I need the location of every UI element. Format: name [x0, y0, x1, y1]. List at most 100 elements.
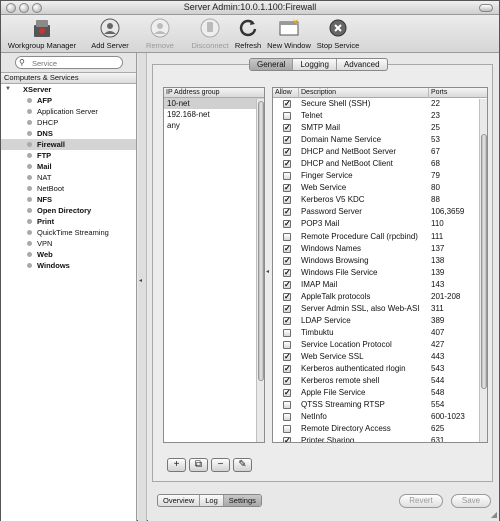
allow-checkbox[interactable]: ✓	[283, 377, 291, 386]
disclosure-triangle-icon[interactable]: ▼	[5, 84, 11, 95]
allow-checkbox[interactable]	[283, 328, 291, 337]
sidebar-item-vpn[interactable]: VPN	[1, 238, 136, 249]
table-row[interactable]: ✓ AppleTalk protocols 201-208	[273, 291, 487, 303]
allow-checkbox[interactable]	[283, 172, 291, 181]
table-row[interactable]: ✓ Windows Browsing 138	[273, 255, 487, 267]
sidebar-item-firewall[interactable]: Firewall	[1, 139, 136, 150]
ports-column-header[interactable]: Ports	[429, 88, 479, 98]
table-row[interactable]: ✓ POP3 Mail 110	[273, 218, 487, 230]
table-row[interactable]: ✓ Web Service SSL 443	[273, 351, 487, 363]
table-row[interactable]: ✓ SMTP Mail 25	[273, 122, 487, 134]
ip-group-row[interactable]: 10-net	[164, 98, 264, 109]
service-search-field[interactable]: ⚲	[15, 56, 123, 69]
allow-checkbox[interactable]: ✓	[283, 292, 291, 301]
allow-checkbox[interactable]	[283, 401, 291, 410]
allow-checkbox[interactable]: ✓	[283, 136, 291, 145]
sidebar-item-application-server[interactable]: Application Server	[1, 106, 136, 117]
duplicate-group-button[interactable]: ⧉	[189, 458, 208, 472]
allow-checkbox[interactable]: ✓	[283, 389, 291, 398]
new-window-button[interactable]: New Window	[266, 17, 312, 50]
ip-group-row[interactable]: any	[164, 120, 264, 131]
allow-checkbox[interactable]: ✓	[283, 268, 291, 277]
services-scrollbar[interactable]	[479, 99, 487, 442]
allow-checkbox[interactable]: ✓	[283, 124, 291, 133]
table-row[interactable]: ✓ Domain Name Service 53	[273, 134, 487, 146]
sidebar-item-mail[interactable]: Mail	[1, 161, 136, 172]
allow-checkbox[interactable]: ✓	[283, 280, 291, 289]
allow-checkbox[interactable]	[283, 232, 291, 241]
sidebar-item-nfs[interactable]: NFS	[1, 194, 136, 205]
table-row[interactable]: Remote Directory Access 625	[273, 423, 487, 435]
allow-checkbox[interactable]: ✓	[283, 160, 291, 169]
sidebar-splitter[interactable]: ◂	[138, 53, 147, 521]
allow-checkbox[interactable]: ✓	[283, 220, 291, 229]
table-row[interactable]: ✓ Kerberos authenticated rlogin 543	[273, 363, 487, 375]
sidebar-item-quicktime-streaming[interactable]: QuickTime Streaming	[1, 227, 136, 238]
allow-column-header[interactable]: Allow	[273, 88, 299, 98]
disconnect-button[interactable]: Disconnect	[189, 17, 231, 50]
table-row[interactable]: Timbuktu 407	[273, 327, 487, 339]
allow-checkbox[interactable]	[283, 340, 291, 349]
allow-checkbox[interactable]: ✓	[283, 365, 291, 374]
allow-checkbox[interactable]: ✓	[283, 304, 291, 313]
tab-overview[interactable]: Overview	[158, 495, 201, 506]
allow-checkbox[interactable]: ✓	[283, 196, 291, 205]
allow-checkbox[interactable]: ✓	[283, 437, 291, 442]
table-row[interactable]: NetInfo 600-1023	[273, 411, 487, 423]
sidebar-item-open-directory[interactable]: Open Directory	[1, 205, 136, 216]
table-row[interactable]: ✓ Printer Sharing 631	[273, 435, 487, 442]
add-server-button[interactable]: Add Server	[90, 17, 130, 50]
description-column-header[interactable]: Description	[299, 88, 429, 98]
resize-grip-icon[interactable]: ◢	[491, 510, 497, 519]
table-row[interactable]: ✓ DHCP and NetBoot Server 67	[273, 146, 487, 158]
tab-settings[interactable]: Settings	[223, 495, 261, 506]
allow-checkbox[interactable]: ✓	[283, 184, 291, 193]
add-group-button[interactable]: +	[167, 458, 186, 472]
sidebar-item-web[interactable]: Web	[1, 249, 136, 260]
allow-checkbox[interactable]	[283, 425, 291, 434]
table-row[interactable]: ✓ Kerberos V5 KDC 88	[273, 194, 487, 206]
sidebar-item-ftp[interactable]: FTP	[1, 150, 136, 161]
save-button[interactable]: Save	[451, 494, 491, 508]
ip-group-list[interactable]: IP Address group 10-net 192.168-net any	[163, 87, 265, 443]
sidebar-item-dhcp[interactable]: DHCP	[1, 117, 136, 128]
allow-checkbox[interactable]: ✓	[283, 256, 291, 265]
sidebar-item-print[interactable]: Print	[1, 216, 136, 227]
table-row[interactable]: ✓ Windows File Service 139	[273, 267, 487, 279]
table-row[interactable]: ✓ Web Service 80	[273, 182, 487, 194]
table-row[interactable]: QTSS Streaming RTSP 554	[273, 399, 487, 411]
allow-checkbox[interactable]	[283, 112, 291, 121]
table-row[interactable]: Service Location Protocol 427	[273, 339, 487, 351]
sidebar-item-afp[interactable]: AFP	[1, 95, 136, 106]
service-search-input[interactable]	[32, 58, 118, 68]
table-row[interactable]: Telnet 23	[273, 110, 487, 122]
table-row[interactable]: ✓ Windows Names 137	[273, 243, 487, 255]
tab-general[interactable]: General	[250, 59, 294, 70]
table-row[interactable]: ✓ LDAP Service 389	[273, 315, 487, 327]
allow-checkbox[interactable]: ✓	[283, 244, 291, 253]
ip-list-scrollbar[interactable]	[256, 99, 264, 442]
edit-group-button[interactable]: ✎	[233, 458, 252, 472]
allow-checkbox[interactable]: ✓	[283, 148, 291, 157]
sidebar-item-nat[interactable]: NAT	[1, 172, 136, 183]
table-row[interactable]: ✓ Password Server 106,3659	[273, 206, 487, 218]
sidebar-item-netboot[interactable]: NetBoot	[1, 183, 136, 194]
tab-logging[interactable]: Logging	[293, 59, 337, 70]
ip-list-scroll-thumb[interactable]	[258, 101, 264, 381]
stop-service-button[interactable]: Stop Service	[315, 17, 361, 50]
remove-group-button[interactable]: −	[211, 458, 230, 472]
table-row[interactable]: ✓ Secure Shell (SSH) 22	[273, 98, 487, 110]
server-item[interactable]: ▼ XServer	[1, 84, 136, 95]
table-row[interactable]: ✓ DHCP and NetBoot Client 68	[273, 158, 487, 170]
ip-group-column-header[interactable]: IP Address group	[164, 88, 264, 98]
sidebar-item-dns[interactable]: DNS	[1, 128, 136, 139]
table-row[interactable]: ✓ Server Admin SSL, also Web-ASI 311	[273, 303, 487, 315]
allow-checkbox[interactable]: ✓	[283, 352, 291, 361]
sidebar-item-windows[interactable]: Windows	[1, 260, 136, 271]
tab-advanced[interactable]: Advanced	[337, 59, 387, 70]
allow-checkbox[interactable]	[283, 413, 291, 422]
allow-checkbox[interactable]: ✓	[283, 100, 291, 108]
services-scroll-thumb[interactable]	[481, 134, 487, 389]
allow-checkbox[interactable]: ✓	[283, 208, 291, 217]
ip-group-row[interactable]: 192.168-net	[164, 109, 264, 120]
